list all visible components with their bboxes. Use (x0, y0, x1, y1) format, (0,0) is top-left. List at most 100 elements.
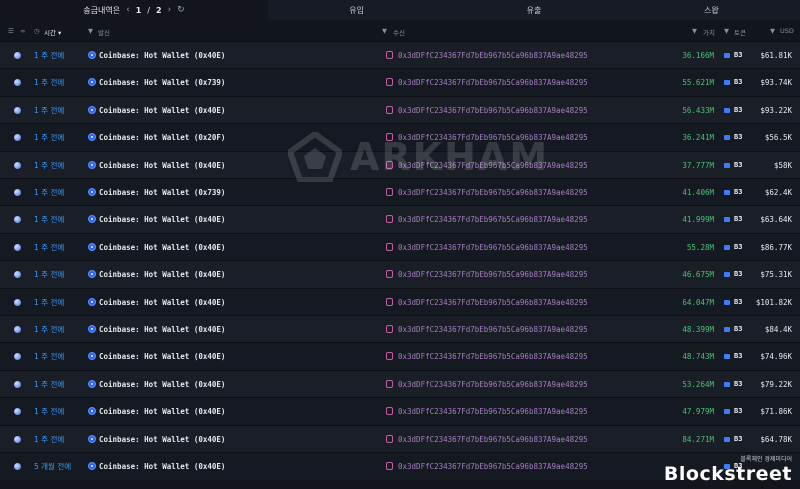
row-value: 36.241M (682, 133, 714, 143)
col-to[interactable]: 수신 (393, 27, 405, 37)
filter-icon[interactable]: ▼ (88, 27, 93, 35)
row-from[interactable]: Coinbase: Hot Wallet (0x739) (99, 69, 225, 96)
row-to[interactable]: 0x3dDFfC234367Fd7bEb967b5Ca96b837A9ae482… (398, 234, 588, 261)
row-to[interactable]: 0x3dDFfC234367Fd7bEb967b5Ca96b837A9ae482… (398, 289, 588, 316)
row-to[interactable]: 0x3dDFfC234367Fd7bEb967b5Ca96b837A9ae482… (398, 261, 588, 288)
row-to[interactable]: 0x3dDFfC234367Fd7bEb967b5Ca96b837A9ae482… (398, 343, 588, 370)
wallet-icon (386, 379, 393, 388)
table-row[interactable]: 1 주 전에 Coinbase: Hot Wallet (0x739) 0x3dDF… (0, 68, 800, 97)
row-time[interactable]: 1 주 전에 (34, 152, 64, 179)
row-time[interactable]: 1 주 전에 (34, 42, 64, 69)
tab-inflow[interactable]: 유입 (268, 0, 445, 20)
token-icon (724, 107, 730, 113)
chain-icon (14, 326, 21, 333)
row-from[interactable]: Coinbase: Hot Wallet (0x40E) (99, 316, 225, 343)
row-to[interactable]: 0x3dDFfC234367Fd7bEb967b5Ca96b837A9ae482… (398, 97, 588, 124)
table-row[interactable]: 1 주 전에 Coinbase: Hot Wallet (0x40E) 0x3dDF… (0, 315, 800, 343)
row-from[interactable]: Coinbase: Hot Wallet (0x40E) (99, 152, 225, 179)
chain-icon (14, 52, 21, 59)
row-from[interactable]: Coinbase: Hot Wallet (0x40E) (99, 398, 225, 425)
token-icon (724, 162, 730, 168)
row-time[interactable]: 1 주 전에 (34, 426, 64, 453)
coinbase-icon (88, 160, 96, 169)
row-time[interactable]: 1 주 전에 (34, 316, 64, 343)
row-time[interactable]: 1 주 전에 (34, 371, 64, 398)
filter-icon[interactable]: ▼ (770, 27, 775, 35)
filter-icon[interactable]: ▼ (382, 27, 387, 35)
row-from[interactable]: Coinbase: Hot Wallet (0x20F) (99, 124, 225, 151)
table-row[interactable]: 1 주 전에 Coinbase: Hot Wallet (0x20F) 0x3dDF… (0, 123, 800, 152)
row-time[interactable]: 1 주 전에 (34, 179, 64, 206)
token-icon (724, 190, 730, 195)
row-time[interactable]: 1 주 전에 (34, 398, 64, 425)
coinbase-icon (88, 133, 96, 142)
row-time[interactable]: 5 개월 전에 (34, 453, 71, 480)
col-time[interactable]: 시간 ▾ (44, 27, 61, 37)
table-row[interactable]: 1 주 전에 Coinbase: Hot Wallet (0x40E) 0x3dDF… (0, 95, 800, 124)
row-from[interactable]: Coinbase: Hot Wallet (0x40E) (99, 426, 225, 453)
row-to[interactable]: 0x3dDFfC234367Fd7bEb967b5Ca96b837A9ae482… (398, 152, 588, 179)
table-row[interactable]: 1 주 전에 Coinbase: Hot Wallet (0x40E) 0x3dDF… (0, 397, 800, 426)
row-to[interactable]: 0x3dDFfC234367Fd7bEb967b5Ca96b837A9ae482… (398, 69, 588, 96)
row-from[interactable]: Coinbase: Hot Wallet (0x40E) (99, 97, 225, 124)
table-row[interactable]: 1 주 전에 Coinbase: Hot Wallet (0x40E) 0x3dDF… (0, 342, 800, 371)
col-value[interactable]: 가치 (703, 27, 715, 37)
row-to[interactable]: 0x3dDFfC234367Fd7bEb967b5Ca96b837A9ae482… (398, 42, 588, 69)
row-from[interactable]: Coinbase: Hot Wallet (0x40E) (99, 261, 225, 288)
table-row[interactable]: 1 주 전에 Coinbase: Hot Wallet (0x40E) 0x3dDF… (0, 369, 800, 398)
row-value: 55.621M (682, 78, 714, 88)
row-to[interactable]: 0x3dDFfC234367Fd7bEb967b5Ca96b837A9ae482… (398, 398, 588, 425)
row-to[interactable]: 0x3dDFfC234367Fd7bEb967b5Ca96b837A9ae482… (398, 371, 588, 398)
wallet-icon (386, 325, 393, 333)
row-time[interactable]: 1 주 전에 (34, 289, 64, 316)
col-token[interactable]: 토큰 (734, 27, 746, 37)
row-to[interactable]: 0x3dDFfC234367Fd7bEb967b5Ca96b837A9ae482… (398, 179, 588, 206)
row-time[interactable]: 1 주 전에 (34, 234, 64, 261)
row-to[interactable]: 0x3dDFfC234367Fd7bEb967b5Ca96b837A9ae482… (398, 316, 588, 343)
row-from[interactable]: Coinbase: Hot Wallet (0x40E) (99, 42, 225, 69)
tab-swap[interactable]: 스왑 (623, 0, 800, 20)
filter-icon[interactable]: ▼ (724, 27, 729, 35)
row-from[interactable]: Coinbase: Hot Wallet (0x40E) (99, 343, 225, 370)
row-time[interactable]: 1 주 전에 (34, 343, 64, 370)
row-time[interactable]: 1 주 전에 (34, 206, 64, 233)
row-from[interactable]: Coinbase: Hot Wallet (0x40E) (99, 234, 225, 261)
filter-icon[interactable]: ▼ (692, 27, 697, 35)
row-time[interactable]: 1 주 전에 (34, 124, 64, 151)
table-row[interactable]: 1 주 전에 Coinbase: Hot Wallet (0x739) 0x3dDF… (0, 178, 800, 206)
row-usd: $93.74K (760, 78, 792, 88)
table-row[interactable]: 1 주 전에 Coinbase: Hot Wallet (0x40E) 0x3dDF… (0, 150, 800, 179)
tab-outflow[interactable]: 유출 (445, 0, 622, 20)
table-row[interactable]: 1 주 전에 Coinbase: Hot Wallet (0x40E) 0x3dDF… (0, 287, 800, 316)
wallet-icon (386, 78, 393, 87)
row-from[interactable]: Coinbase: Hot Wallet (0x40E) (99, 371, 225, 398)
row-from[interactable]: Coinbase: Hot Wallet (0x40E) (99, 453, 225, 480)
coinbase-icon (88, 407, 96, 416)
settings-icon[interactable]: ☰ (8, 27, 14, 35)
row-time[interactable]: 1 주 전에 (34, 69, 64, 96)
row-from[interactable]: Coinbase: Hot Wallet (0x739) (99, 179, 225, 206)
row-time[interactable]: 1 주 전에 (34, 261, 64, 288)
row-to[interactable]: 0x3dDFfC234367Fd7bEb967b5Ca96b837A9ae482… (398, 124, 588, 151)
row-to[interactable]: 0x3dDFfC234367Fd7bEb967b5Ca96b837A9ae482… (398, 426, 588, 453)
brand-logo: 블록체인 경제미디어 Blockstreet (664, 454, 792, 485)
table-row[interactable]: 1 주 전에 Coinbase: Hot Wallet (0x40E) 0x3dDF… (0, 232, 800, 261)
chain-icon (14, 189, 21, 196)
col-from[interactable]: 발신 (98, 27, 110, 37)
table-row[interactable]: 1 주 전에 Coinbase: Hot Wallet (0x40E) 0x3dDF… (0, 424, 800, 453)
col-usd[interactable]: USD (780, 27, 794, 35)
row-to[interactable]: 0x3dDFfC234367Fd7bEb967b5Ca96b837A9ae482… (398, 453, 588, 480)
row-from[interactable]: Coinbase: Hot Wallet (0x40E) (99, 289, 225, 316)
chevron-left-icon[interactable]: ‹ (126, 5, 130, 15)
row-to[interactable]: 0x3dDFfC234367Fd7bEb967b5Ca96b837A9ae482… (398, 206, 588, 233)
table-row[interactable]: 1 주 전에 Coinbase: Hot Wallet (0x40E) 0x3dDF… (0, 260, 800, 289)
table-row[interactable]: 1 주 전에 Coinbase: Hot Wallet (0x40E) 0x3dDF… (0, 41, 800, 69)
refresh-icon[interactable]: ↻ (177, 5, 185, 15)
row-time[interactable]: 1 주 전에 (34, 97, 64, 124)
row-from[interactable]: Coinbase: Hot Wallet (0x40E) (99, 206, 225, 233)
table-row[interactable]: 1 주 전에 Coinbase: Hot Wallet (0x40E) 0x3dDF… (0, 205, 800, 234)
chain-icon (14, 380, 21, 388)
chevron-right-icon[interactable]: › (168, 5, 172, 15)
row-value: 36.166M (682, 51, 714, 60)
link-icon[interactable]: ∞ (20, 27, 25, 35)
